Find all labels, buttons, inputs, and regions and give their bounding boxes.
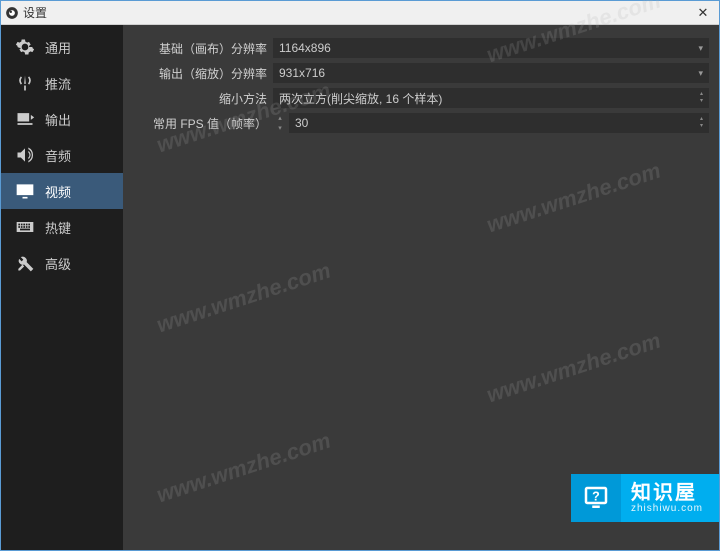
svg-text:?: ? — [592, 490, 600, 504]
output-resolution-value: 931x716 — [279, 66, 325, 80]
sidebar: 通用 推流 输出 音频 视频 热键 — [1, 25, 123, 550]
brand-logo-icon: ? — [571, 474, 621, 522]
base-resolution-label: 基础（画布）分辨率 — [133, 40, 273, 57]
fps-type-spinner[interactable]: ▴▾ — [273, 113, 287, 133]
sidebar-item-hotkeys[interactable]: 热键 — [1, 209, 123, 245]
output-icon — [15, 109, 35, 129]
fps-label: 常用 FPS 值（帧率） — [133, 115, 273, 132]
brand-domain: zhishiwu.com — [631, 503, 703, 514]
downscale-filter-dropdown[interactable]: 两次立方(削尖缩放, 16 个样本) ▴▾ — [273, 88, 709, 108]
sidebar-label: 音频 — [45, 146, 71, 165]
fps-value: 30 — [295, 116, 308, 130]
downscale-filter-label: 缩小方法 — [133, 90, 273, 107]
titlebar: 设置 ✕ — [1, 1, 719, 25]
close-button[interactable]: ✕ — [691, 3, 715, 23]
sidebar-item-output[interactable]: 输出 — [1, 101, 123, 137]
watermark: www.wmzhe.com — [153, 258, 333, 339]
sidebar-item-audio[interactable]: 音频 — [1, 137, 123, 173]
sidebar-label: 热键 — [45, 218, 71, 237]
output-resolution-label: 输出（缩放）分辨率 — [133, 65, 273, 82]
updown-icon: ▴▾ — [700, 116, 703, 130]
sidebar-item-general[interactable]: 通用 — [1, 29, 123, 65]
chevron-down-icon: ▾ — [698, 43, 703, 54]
updown-icon: ▴▾ — [700, 91, 703, 105]
sidebar-item-advanced[interactable]: 高级 — [1, 245, 123, 281]
brand-badge: ? 知识屋 zhishiwu.com — [571, 474, 719, 522]
watermark: www.wmzhe.com — [153, 428, 333, 509]
window-title: 设置 — [23, 4, 691, 21]
antenna-icon — [15, 73, 35, 93]
sidebar-item-stream[interactable]: 推流 — [1, 65, 123, 101]
main-panel: 基础（画布）分辨率 1164x896 ▾ 输出（缩放）分辨率 931x716 ▾… — [123, 25, 719, 550]
sidebar-label: 高级 — [45, 254, 71, 273]
sidebar-label: 视频 — [45, 182, 71, 201]
sidebar-label: 推流 — [45, 74, 71, 93]
brand-name: 知识屋 — [631, 483, 703, 503]
sidebar-label: 输出 — [45, 110, 71, 129]
keyboard-icon — [15, 217, 35, 237]
watermark: www.wmzhe.com — [483, 328, 663, 409]
base-resolution-value: 1164x896 — [279, 41, 331, 55]
tools-icon — [15, 253, 35, 273]
sidebar-item-video[interactable]: 视频 — [1, 173, 123, 209]
base-resolution-dropdown[interactable]: 1164x896 ▾ — [273, 38, 709, 58]
app-icon — [5, 6, 19, 20]
gear-icon — [15, 37, 35, 57]
chevron-down-icon: ▾ — [698, 68, 703, 79]
sidebar-label: 通用 — [45, 38, 71, 57]
monitor-icon — [15, 181, 35, 201]
downscale-filter-value: 两次立方(削尖缩放, 16 个样本) — [279, 90, 442, 107]
output-resolution-dropdown[interactable]: 931x716 ▾ — [273, 63, 709, 83]
watermark: www.wmzhe.com — [483, 158, 663, 239]
speaker-icon — [15, 145, 35, 165]
fps-dropdown[interactable]: 30 ▴▾ — [289, 113, 709, 133]
